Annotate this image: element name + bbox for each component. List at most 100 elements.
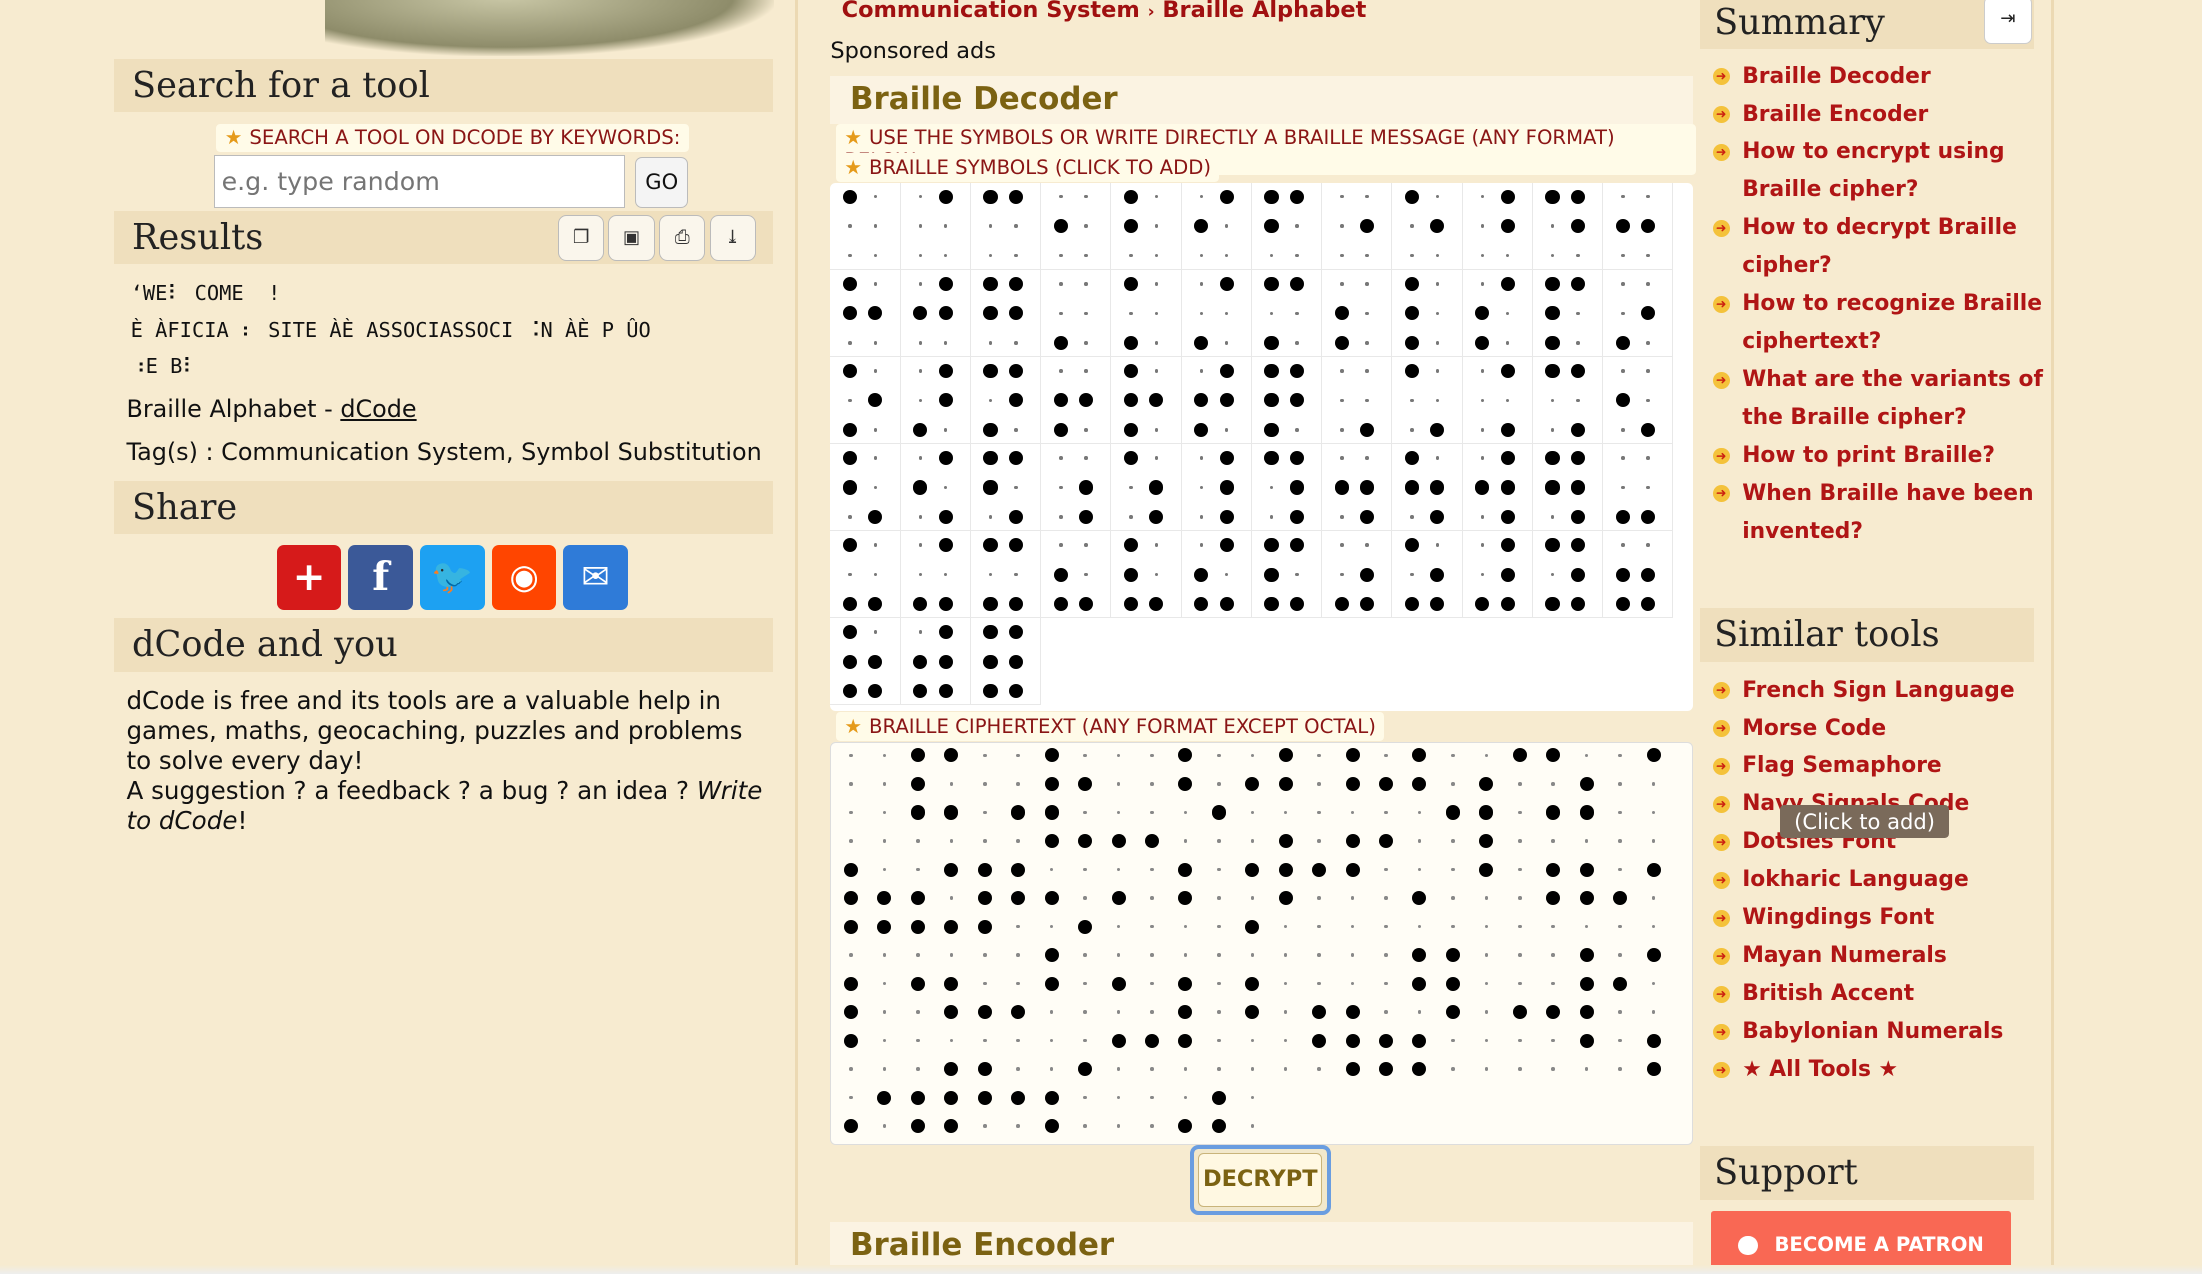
summary-link[interactable]: ➜ What are the variants of the Braille ci… <box>1712 361 2054 437</box>
braille-symbol[interactable] <box>900 531 971 619</box>
summary-link[interactable]: ➜ Braille Encoder <box>1712 96 2054 134</box>
download-icon[interactable]: ⤓ <box>709 214 756 262</box>
braille-symbol[interactable] <box>1041 531 1112 619</box>
similar-tool-link[interactable]: ➜ ★ All Tools ★ <box>1712 1051 2015 1089</box>
braille-symbol[interactable] <box>970 182 1042 270</box>
braille-symbol[interactable] <box>1532 182 1604 270</box>
ciphertext-textarea[interactable] <box>830 741 1693 1146</box>
braille-symbol[interactable] <box>1251 182 1323 270</box>
braille-symbol[interactable] <box>830 182 901 270</box>
braille-symbol[interactable] <box>1532 443 1604 532</box>
similar-tool-link[interactable]: ➜ British Accent <box>1712 975 2015 1013</box>
braille-symbol[interactable] <box>1462 356 1533 444</box>
braille-symbol[interactable] <box>970 531 1042 619</box>
braille-symbol[interactable] <box>1181 443 1252 532</box>
braille-symbol[interactable] <box>1111 356 1182 444</box>
braille-symbol[interactable] <box>830 269 901 357</box>
braille-symbol[interactable] <box>1532 269 1604 357</box>
save-icon[interactable]: ▣ <box>608 214 655 262</box>
braille-symbol[interactable] <box>1603 182 1674 270</box>
braille-dot <box>944 1119 959 1134</box>
similar-tool-link[interactable]: ➜ Iokharic Language <box>1712 861 2015 899</box>
breadcrumb-link[interactable]: Communication System <box>842 0 1140 23</box>
braille-symbol[interactable] <box>1041 182 1112 270</box>
braille-symbol[interactable] <box>1392 356 1463 444</box>
braille-symbol[interactable] <box>1251 269 1323 357</box>
similar-tool-link[interactable]: ➜ French Sign Language <box>1712 672 2015 710</box>
similar-tool-link[interactable]: ➜ Babylonian Numerals <box>1712 1013 2015 1051</box>
search-input[interactable] <box>213 154 626 208</box>
braille-symbol[interactable] <box>900 618 971 706</box>
dcode-link[interactable]: dCode <box>340 395 416 423</box>
similar-tool-link[interactable]: ➜ Wingdings Font <box>1712 899 2015 937</box>
braille-symbol[interactable] <box>1041 269 1112 357</box>
print-icon[interactable]: ⎙ <box>658 214 706 262</box>
braille-symbol[interactable] <box>1322 182 1393 270</box>
copy-icon[interactable]: ❐ <box>557 214 605 262</box>
braille-symbol[interactable] <box>830 618 901 706</box>
braille-symbol[interactable] <box>1111 182 1182 270</box>
email-icon[interactable]: ✉ <box>563 545 628 610</box>
collapse-sidebar-icon[interactable]: ⇥ <box>1983 0 2032 44</box>
summary-link[interactable]: ➜ How to encrypt using Braille cipher? <box>1712 133 2054 209</box>
braille-symbol[interactable] <box>1181 531 1252 619</box>
braille-symbol[interactable] <box>1603 531 1674 619</box>
braille-symbol[interactable] <box>1041 356 1112 444</box>
summary-link[interactable]: ➜ How to print Braille? <box>1712 437 2054 475</box>
braille-dot <box>1289 480 1304 495</box>
braille-symbol[interactable] <box>1322 356 1393 444</box>
summary-link[interactable]: ➜ Braille Decoder <box>1712 58 2054 96</box>
braille-symbol[interactable] <box>1392 443 1463 532</box>
summary-link[interactable]: ➜ How to decrypt Braille cipher? <box>1712 209 2054 285</box>
braille-symbol[interactable] <box>1462 531 1533 619</box>
braille-symbol[interactable] <box>830 531 901 619</box>
braille-symbol[interactable] <box>900 443 971 532</box>
braille-symbol[interactable] <box>1322 269 1393 357</box>
go-button[interactable]: GO <box>635 157 689 208</box>
braille-symbol[interactable] <box>1111 443 1182 532</box>
braille-symbol[interactable] <box>1392 269 1463 357</box>
addthis-plus-icon[interactable]: + <box>276 545 342 610</box>
braille-symbol[interactable] <box>1251 443 1323 532</box>
braille-symbol[interactable] <box>1181 269 1252 357</box>
braille-symbol[interactable] <box>1532 531 1604 619</box>
braille-symbol[interactable] <box>1181 182 1252 270</box>
braille-symbol[interactable] <box>1251 531 1323 619</box>
similar-tool-link[interactable]: ➜ Flag Semaphore <box>1712 747 2015 785</box>
summary-link[interactable]: ➜ When Braille have been invented? <box>1712 475 2054 551</box>
braille-symbol[interactable] <box>1111 531 1182 619</box>
braille-symbol[interactable] <box>1462 443 1533 532</box>
braille-symbol[interactable] <box>970 356 1042 444</box>
braille-symbol[interactable] <box>900 269 971 357</box>
similar-tool-link[interactable]: ➜ Morse Code <box>1712 710 2015 748</box>
twitter-icon[interactable]: 🐦 <box>420 545 485 610</box>
braille-symbol[interactable] <box>830 443 901 532</box>
braille-symbol[interactable] <box>1322 531 1393 619</box>
braille-symbol[interactable] <box>830 356 901 444</box>
braille-symbol[interactable] <box>1322 443 1393 532</box>
braille-symbol[interactable] <box>970 443 1042 532</box>
braille-symbol[interactable] <box>1392 531 1463 619</box>
decrypt-button[interactable]: DECRYPT <box>1190 1145 1331 1216</box>
braille-symbol[interactable] <box>1532 356 1604 444</box>
braille-symbol[interactable] <box>1392 182 1463 270</box>
braille-symbol[interactable] <box>970 269 1042 357</box>
braille-symbol[interactable] <box>1603 443 1674 532</box>
braille-symbol[interactable] <box>1462 269 1533 357</box>
braille-symbol[interactable] <box>900 182 971 270</box>
summary-link[interactable]: ➜ How to recognize Braille ciphertext? <box>1712 285 2054 361</box>
braille-symbol[interactable] <box>1251 356 1323 444</box>
braille-symbol[interactable] <box>1181 356 1252 444</box>
braille-symbol[interactable] <box>1041 443 1112 532</box>
breadcrumb-link[interactable]: Braille Alphabet <box>1162 0 1366 23</box>
braille-symbol[interactable] <box>1111 269 1182 357</box>
braille-symbol[interactable] <box>900 356 971 444</box>
braille-symbol[interactable] <box>970 618 1042 706</box>
similar-tool-link[interactable]: ➜ Mayan Numerals <box>1712 937 2015 975</box>
braille-symbol[interactable] <box>1462 182 1533 270</box>
reddit-icon[interactable]: ◉ <box>491 545 557 610</box>
facebook-icon[interactable]: f <box>348 545 414 610</box>
braille-dot <box>1479 805 1494 820</box>
braille-symbol[interactable] <box>1603 356 1674 444</box>
braille-symbol[interactable] <box>1603 269 1674 357</box>
